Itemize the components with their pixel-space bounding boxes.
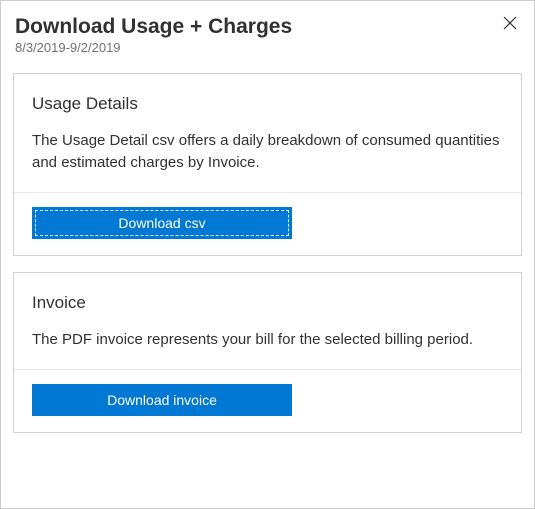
close-icon <box>502 15 518 31</box>
header: Download Usage + Charges 8/3/2019-9/2/20… <box>9 9 526 65</box>
download-csv-button[interactable]: Download csv <box>32 207 292 239</box>
close-button[interactable] <box>500 13 520 33</box>
usage-details-content: Usage Details The Usage Detail csv offer… <box>14 74 521 192</box>
invoice-description: The PDF invoice represents your bill for… <box>32 329 503 351</box>
usage-details-title: Usage Details <box>32 94 503 114</box>
invoice-card: Invoice The PDF invoice represents your … <box>13 272 522 433</box>
page-title: Download Usage + Charges <box>15 13 292 40</box>
usage-details-action-row: Download csv <box>14 192 521 255</box>
date-range: 8/3/2019-9/2/2019 <box>15 40 292 55</box>
invoice-action-row: Download invoice <box>14 369 521 432</box>
header-text: Download Usage + Charges 8/3/2019-9/2/20… <box>15 13 292 55</box>
invoice-content: Invoice The PDF invoice represents your … <box>14 273 521 369</box>
usage-details-description: The Usage Detail csv offers a daily brea… <box>32 130 503 174</box>
usage-details-card: Usage Details The Usage Detail csv offer… <box>13 73 522 256</box>
invoice-title: Invoice <box>32 293 503 313</box>
download-invoice-button[interactable]: Download invoice <box>32 384 292 416</box>
